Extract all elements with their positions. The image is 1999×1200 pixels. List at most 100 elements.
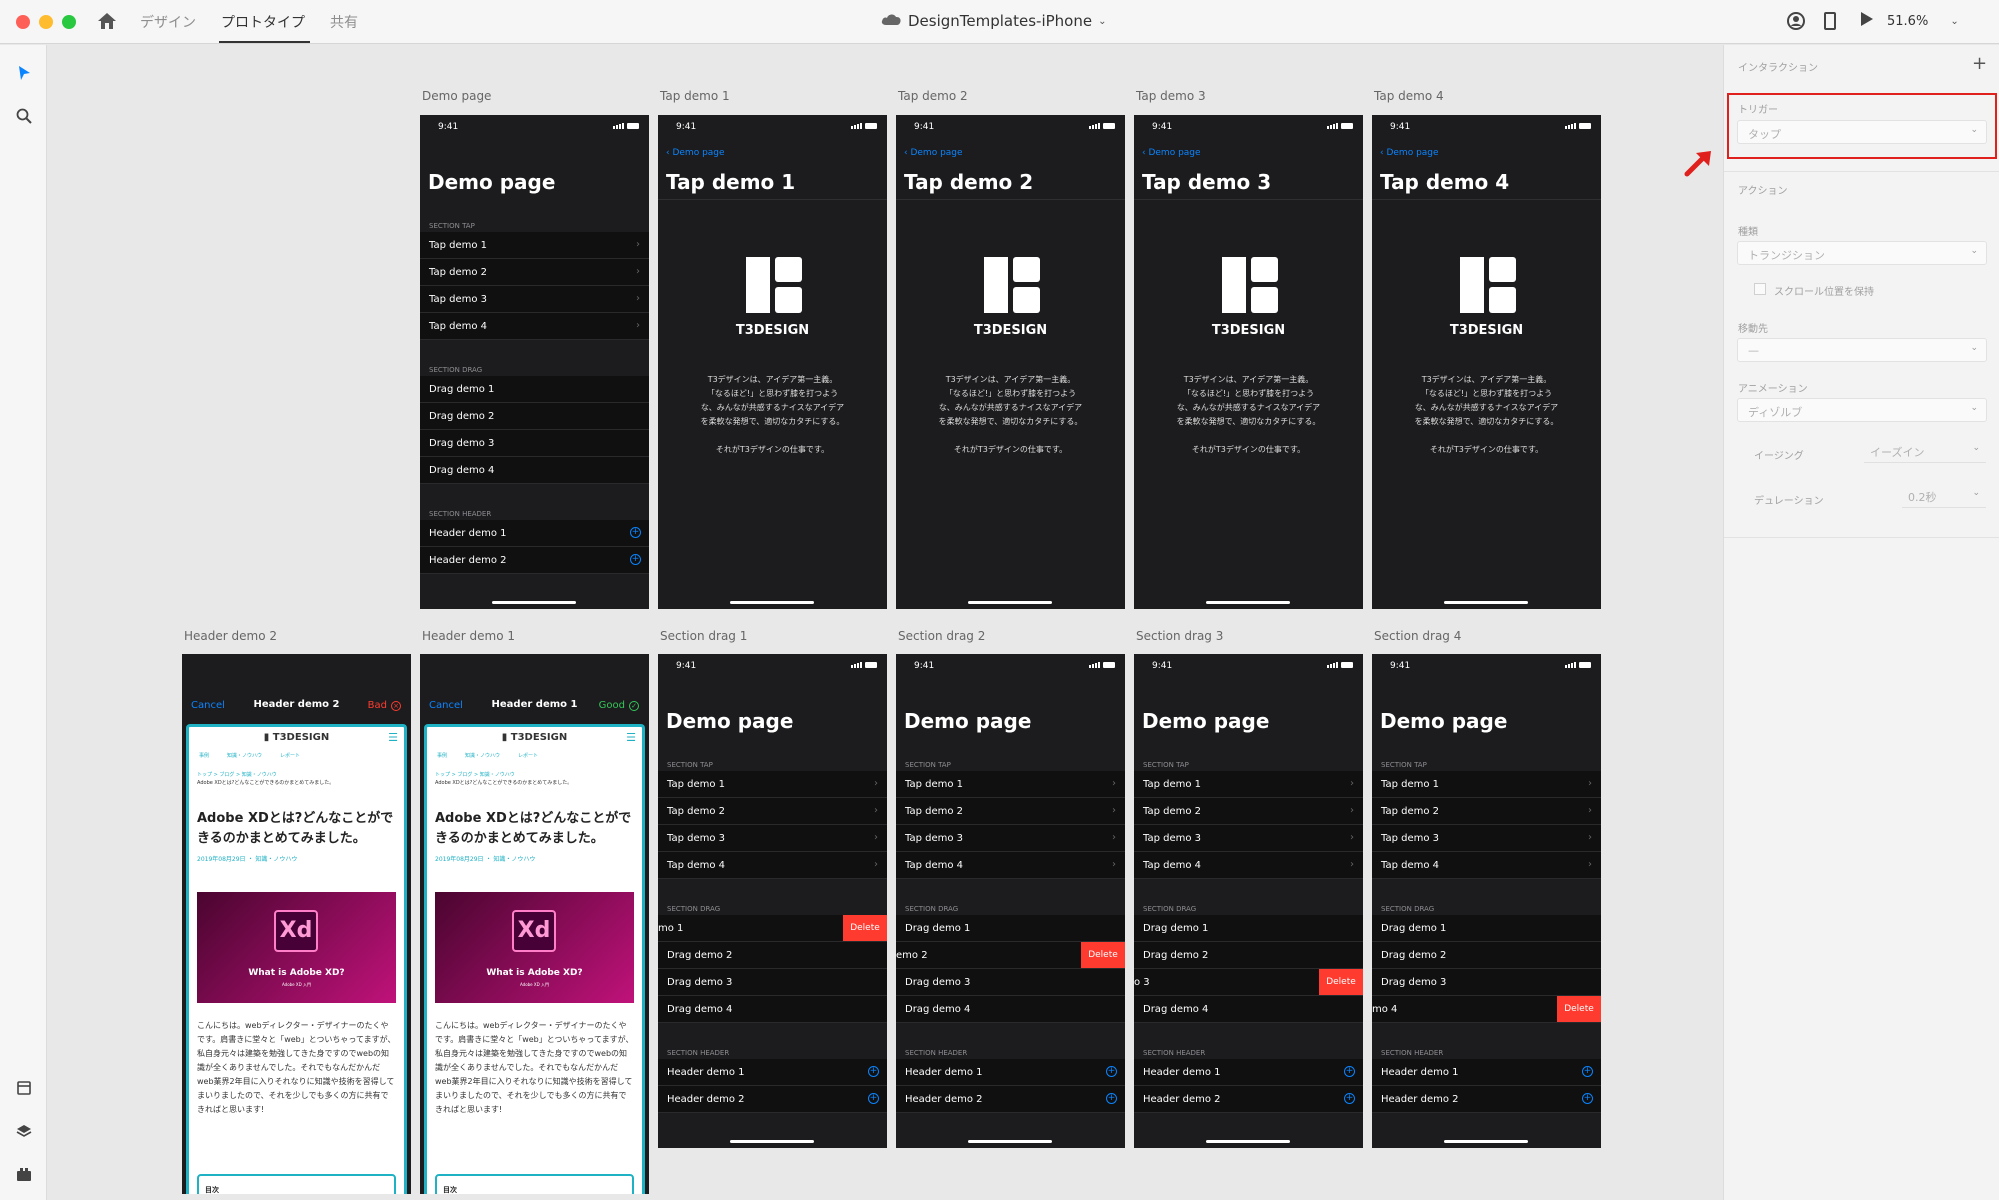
list-item[interactable]: Header demo 1 + bbox=[658, 1059, 887, 1086]
device-preview-icon[interactable] bbox=[1824, 12, 1836, 30]
list-item[interactable]: Tap demo 1 › bbox=[420, 232, 649, 259]
artboard-demo-page[interactable]: 9:41 Demo page SECTION TAP Tap demo 1 › T… bbox=[420, 115, 649, 609]
list-item[interactable]: Header demo 2 + bbox=[1134, 1086, 1363, 1113]
list-item[interactable]: Drag demo 1 bbox=[420, 376, 649, 403]
list-item[interactable]: Tap demo 2 › bbox=[1372, 798, 1601, 825]
artboard-label[interactable]: Demo page bbox=[422, 89, 491, 103]
delete-button[interactable]: Delete bbox=[1081, 942, 1125, 968]
list-item[interactable]: Tap demo 1 › bbox=[896, 771, 1125, 798]
list-item[interactable]: Tap demo 4 › bbox=[658, 852, 887, 879]
artboard-tap-demo-2[interactable]: 9:41 ‹ Demo page Tap demo 2 T3DESIGN T3デ… bbox=[896, 115, 1125, 609]
trigger-select[interactable]: タップ ⌄ bbox=[1737, 120, 1987, 144]
list-item[interactable]: Tap demo 2 › bbox=[658, 798, 887, 825]
artboard-label[interactable]: Header demo 1 bbox=[422, 629, 515, 643]
back-link[interactable]: ‹ Demo page bbox=[1142, 148, 1201, 158]
list-item[interactable]: Drag demo 3 bbox=[420, 430, 649, 457]
add-interaction-icon[interactable]: + bbox=[1972, 53, 1987, 74]
list-item[interactable]: Drag demo 4 bbox=[896, 996, 1125, 1023]
home-icon[interactable] bbox=[97, 12, 117, 30]
list-item[interactable]: Header demo 2 + bbox=[658, 1086, 887, 1113]
document-assets-icon[interactable] bbox=[14, 1078, 34, 1098]
list-item[interactable]: Tap demo 4 › bbox=[1134, 852, 1363, 879]
list-item-swiped[interactable]: o 3 Delete bbox=[1134, 969, 1363, 996]
list-item[interactable]: Tap demo 4 › bbox=[896, 852, 1125, 879]
list-item[interactable]: Tap demo 4 › bbox=[420, 313, 649, 340]
list-item[interactable]: Drag demo 1 bbox=[1134, 915, 1363, 942]
minimize-window-button[interactable] bbox=[39, 15, 53, 29]
zoom-tool-icon[interactable] bbox=[14, 106, 34, 126]
list-item[interactable]: Tap demo 1 › bbox=[1134, 771, 1363, 798]
duration-select[interactable]: 0.2秒 ⌄ bbox=[1902, 486, 1986, 508]
list-item-swiped[interactable]: mo 1 Delete bbox=[658, 915, 887, 942]
artboard-tap-demo-3[interactable]: 9:41 ‹ Demo page Tap demo 3 T3DESIGN T3デ… bbox=[1134, 115, 1363, 609]
artboard-label[interactable]: Tap demo 1 bbox=[660, 89, 730, 103]
artboard-header-demo-2[interactable]: Cancel Header demo 2 Bad × ▮ T3DESIGN ☰ … bbox=[182, 654, 411, 1194]
list-item[interactable]: Drag demo 2 bbox=[658, 942, 887, 969]
list-item[interactable]: Drag demo 4 bbox=[1134, 996, 1363, 1023]
list-item[interactable]: Tap demo 1 › bbox=[658, 771, 887, 798]
artboard-label[interactable]: Section drag 2 bbox=[898, 629, 985, 643]
animation-select[interactable]: ディゾルブ ⌄ bbox=[1737, 398, 1987, 422]
play-icon[interactable] bbox=[1860, 11, 1874, 31]
list-item[interactable]: Tap demo 2 › bbox=[420, 259, 649, 286]
artboard-label[interactable]: Tap demo 3 bbox=[1136, 89, 1206, 103]
plugins-icon[interactable] bbox=[14, 1164, 34, 1184]
menu-icon[interactable]: ☰ bbox=[626, 731, 636, 744]
list-item[interactable]: Tap demo 3 › bbox=[420, 286, 649, 313]
artboard-tap-demo-4[interactable]: 9:41 ‹ Demo page Tap demo 4 T3DESIGN T3デ… bbox=[1372, 115, 1601, 609]
list-item[interactable]: Header demo 2 + bbox=[896, 1086, 1125, 1113]
list-item[interactable]: Drag demo 3 bbox=[896, 969, 1125, 996]
status-label[interactable]: Good bbox=[599, 700, 625, 711]
menu-icon[interactable]: ☰ bbox=[388, 731, 398, 744]
list-item[interactable]: Tap demo 3 › bbox=[896, 825, 1125, 852]
artboard-label[interactable]: Header demo 2 bbox=[184, 629, 277, 643]
user-share-icon[interactable] bbox=[1786, 11, 1806, 31]
list-item[interactable]: Header demo 1 + bbox=[420, 520, 649, 547]
list-item-swiped[interactable]: emo 2 Delete bbox=[896, 942, 1125, 969]
back-link[interactable]: ‹ Demo page bbox=[666, 148, 725, 158]
artboard-header-demo-1[interactable]: Cancel Header demo 1 Good ✓ ▮ T3DESIGN ☰… bbox=[420, 654, 649, 1194]
artboard-section-drag-3[interactable]: 9:41 Demo page SECTION TAP Tap demo 1 › T… bbox=[1134, 654, 1363, 1148]
list-item[interactable]: Header demo 2 + bbox=[420, 547, 649, 574]
artboard-section-drag-2[interactable]: 9:41 Demo page SECTION TAP Tap demo 1 › T… bbox=[896, 654, 1125, 1148]
artboard-section-drag-4[interactable]: 9:41 Demo page SECTION TAP Tap demo 1 › T… bbox=[1372, 654, 1601, 1148]
tab-prototype[interactable]: プロトタイプ bbox=[221, 12, 305, 32]
document-title[interactable]: DesignTemplates-iPhone ⌄ bbox=[880, 12, 1107, 30]
artboard-label[interactable]: Tap demo 4 bbox=[1374, 89, 1444, 103]
list-item[interactable]: Header demo 1 + bbox=[1372, 1059, 1601, 1086]
list-item[interactable]: Tap demo 2 › bbox=[896, 798, 1125, 825]
back-link[interactable]: ‹ Demo page bbox=[904, 148, 963, 158]
artboard-label[interactable]: Section drag 4 bbox=[1374, 629, 1461, 643]
list-item[interactable]: Tap demo 3 › bbox=[1372, 825, 1601, 852]
zoom-window-button[interactable] bbox=[62, 15, 76, 29]
list-item[interactable]: Header demo 1 + bbox=[1134, 1059, 1363, 1086]
close-window-button[interactable] bbox=[16, 15, 30, 29]
list-item[interactable]: Drag demo 1 bbox=[1372, 915, 1601, 942]
scroll-keep-checkbox[interactable] bbox=[1754, 283, 1766, 295]
artboard-tap-demo-1[interactable]: 9:41 ‹ Demo page Tap demo 1 T3DESIGN T3デ… bbox=[658, 115, 887, 609]
list-item-swiped[interactable]: mo 4 Delete bbox=[1372, 996, 1601, 1023]
delete-button[interactable]: Delete bbox=[1319, 969, 1363, 995]
list-item[interactable]: Drag demo 3 bbox=[1372, 969, 1601, 996]
list-item[interactable]: Header demo 2 + bbox=[1372, 1086, 1601, 1113]
list-item[interactable]: Drag demo 2 bbox=[1372, 942, 1601, 969]
artboard-label[interactable]: Section drag 1 bbox=[660, 629, 747, 643]
list-item[interactable]: Header demo 1 + bbox=[896, 1059, 1125, 1086]
list-item[interactable]: Drag demo 2 bbox=[1134, 942, 1363, 969]
list-item[interactable]: Tap demo 3 › bbox=[658, 825, 887, 852]
delete-button[interactable]: Delete bbox=[1557, 996, 1601, 1022]
artboard-label[interactable]: Section drag 3 bbox=[1136, 629, 1223, 643]
tab-share[interactable]: 共有 bbox=[330, 12, 358, 32]
layers-icon[interactable] bbox=[14, 1121, 34, 1141]
list-item[interactable]: Drag demo 4 bbox=[658, 996, 887, 1023]
list-item[interactable]: Drag demo 4 bbox=[420, 457, 649, 484]
list-item[interactable]: Drag demo 1 bbox=[896, 915, 1125, 942]
destination-select[interactable]: — ⌄ bbox=[1737, 338, 1987, 362]
select-tool-icon[interactable] bbox=[14, 63, 34, 83]
list-item[interactable]: Tap demo 4 › bbox=[1372, 852, 1601, 879]
list-item[interactable]: Drag demo 2 bbox=[420, 403, 649, 430]
canvas[interactable]: Demo page Tap demo 1 Tap demo 2 Tap demo… bbox=[48, 45, 1722, 1200]
delete-button[interactable]: Delete bbox=[843, 915, 887, 941]
tab-design[interactable]: デザイン bbox=[140, 12, 196, 32]
back-link[interactable]: ‹ Demo page bbox=[1380, 148, 1439, 158]
